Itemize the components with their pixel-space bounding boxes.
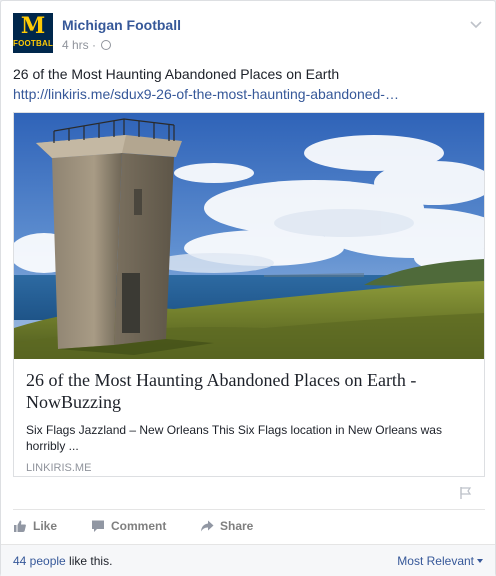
comment-button[interactable]: Comment bbox=[91, 510, 166, 542]
attachment-description: Six Flags Jazzland – New Orleans This Si… bbox=[26, 423, 442, 453]
attachment-photo[interactable] bbox=[14, 113, 484, 359]
sort-label: Most Relevant bbox=[397, 554, 474, 568]
comment-icon bbox=[92, 520, 104, 532]
page-name-link[interactable]: Michigan Football bbox=[62, 16, 181, 34]
post-header: M FOOTBALL Michigan Football 4 hrs · bbox=[13, 13, 485, 55]
attachment-title[interactable]: 26 of the Most Haunting Abandoned Places… bbox=[26, 369, 472, 413]
comment-label: Comment bbox=[111, 519, 167, 533]
post-link-url[interactable]: http://linkiris.me/sdux9-26-of-the-most-… bbox=[13, 85, 413, 103]
chevron-down-icon[interactable] bbox=[469, 17, 483, 31]
attachment-text: 26 of the Most Haunting Abandoned Places… bbox=[26, 369, 472, 475]
comment-sort-dropdown[interactable]: Most Relevant bbox=[397, 553, 483, 569]
page-avatar[interactable]: M FOOTBALL bbox=[13, 13, 53, 53]
attachment-domain: LINKIRIS.ME bbox=[26, 462, 92, 474]
meta-separator: · bbox=[92, 38, 97, 52]
thumbs-up-icon bbox=[14, 520, 26, 532]
likes-summary: 44 people like this. bbox=[13, 553, 112, 569]
share-button[interactable]: Share bbox=[200, 510, 253, 542]
like-button[interactable]: Like bbox=[13, 510, 57, 542]
avatar-letter: M bbox=[20, 13, 46, 39]
flag-icon[interactable] bbox=[459, 486, 473, 500]
post-meta: 4 hrs · bbox=[62, 37, 112, 53]
action-bar: Like Comment Share bbox=[13, 509, 485, 541]
link-attachment[interactable]: 26 of the Most Haunting Abandoned Places… bbox=[13, 112, 485, 477]
caret-down-icon bbox=[477, 559, 483, 563]
feed-post: M FOOTBALL Michigan Football 4 hrs · 26 … bbox=[0, 0, 496, 576]
post-timestamp[interactable]: 4 hrs bbox=[62, 38, 89, 52]
post-footer: 44 people like this. Most Relevant bbox=[1, 544, 495, 576]
avatar-label: FOOTBALL bbox=[13, 39, 53, 48]
likes-count-link[interactable]: 44 people bbox=[13, 554, 66, 568]
share-label: Share bbox=[220, 519, 254, 533]
share-icon bbox=[201, 520, 214, 532]
post-caption: 26 of the Most Haunting Abandoned Places… bbox=[13, 66, 340, 82]
like-label: Like bbox=[33, 519, 58, 533]
likes-suffix: like this. bbox=[65, 554, 113, 568]
globe-icon[interactable] bbox=[101, 40, 112, 50]
